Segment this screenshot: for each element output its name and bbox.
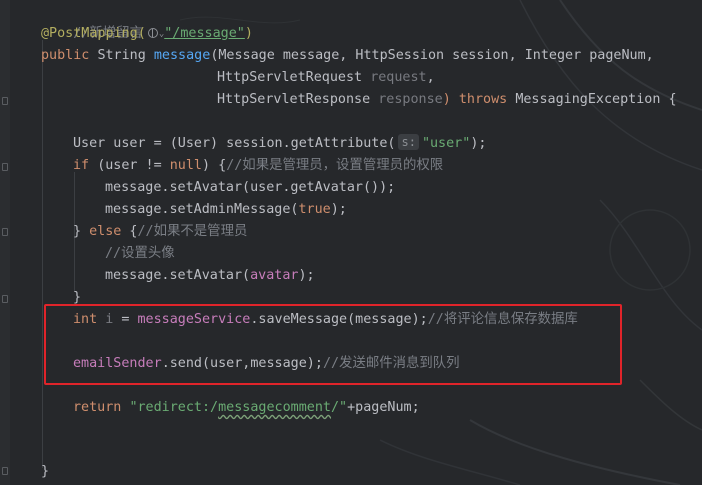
punctuation: ); — [470, 136, 487, 151]
unused-parameter: request — [370, 70, 427, 85]
code-line-9[interactable]: message.setAvatar(user.getAvatar()); — [105, 177, 395, 199]
keyword: public — [41, 48, 98, 63]
assignment: = — [113, 312, 138, 327]
statement: User user = (User) session.getAttribute( — [73, 136, 396, 151]
code-line-22[interactable]: } — [41, 461, 49, 483]
int-keyword: int — [73, 312, 106, 327]
editor-gutter — [0, 0, 10, 485]
field-reference: avatar — [250, 268, 299, 283]
fold-marker-icon[interactable] — [2, 228, 8, 236]
punctuation: ); — [330, 202, 347, 217]
code-line-1[interactable]: //新增留言 — [41, 1, 143, 41]
code-line-11[interactable]: } else {//如果不是管理员 — [73, 221, 247, 243]
code-line-13[interactable]: message.setAvatar(avatar); — [105, 265, 315, 287]
code-line-15[interactable]: int i = messageService.saveMessage(messa… — [73, 309, 578, 331]
method-call: .saveMessage(message); — [250, 312, 428, 327]
type-name: String — [97, 48, 154, 63]
fold-marker-icon[interactable] — [2, 163, 8, 171]
field-reference: emailSender — [73, 356, 162, 371]
type-name: HttpServletRequest — [217, 70, 371, 85]
statement: message.setAvatar( — [105, 268, 251, 283]
code-line-17[interactable]: emailSender.send(user,message);//发送邮件消息到… — [73, 353, 460, 375]
parameter-list: (Message message, HttpSession session, I… — [210, 48, 654, 63]
annotation: @PostMapping( — [41, 26, 146, 41]
string-literal: "user" — [421, 136, 471, 151]
exception-type: MessagingException { — [515, 92, 677, 107]
return-keyword: return — [73, 400, 130, 415]
punctuation: { — [121, 224, 138, 239]
parameter-hint: s: — [398, 134, 419, 150]
typo-flagged-string: messagecomment — [218, 400, 331, 415]
closing-brace: } — [73, 290, 82, 305]
string-literal: "/message" — [164, 26, 245, 41]
code-line-3[interactable]: public String message(Message message, H… — [41, 45, 654, 67]
code-line-7[interactable]: User user = (User) session.getAttribute(… — [73, 133, 486, 155]
code-line-5[interactable]: HttpServletResponse response) throws Mes… — [217, 89, 677, 111]
comment: //如果不是管理员 — [137, 224, 248, 239]
punctuation: ); — [298, 268, 315, 283]
condition: (user != — [97, 158, 170, 173]
method-call: .send(user,message); — [161, 356, 323, 371]
globe-icon[interactable] — [147, 28, 158, 38]
code-editor[interactable]: //新增留言 @PostMapping(⌄"/message") public … — [0, 0, 702, 485]
throws-keyword: ) throws — [442, 92, 516, 107]
comment: //将评论信息保存数据库 — [427, 312, 578, 327]
type-name: HttpServletResponse — [217, 92, 379, 107]
closing-brace: } — [41, 464, 50, 479]
fold-marker-icon[interactable] — [2, 467, 8, 475]
punctuation: , — [426, 70, 435, 85]
fold-marker-icon[interactable] — [2, 295, 8, 303]
code-line-12[interactable]: //设置头像 — [105, 243, 175, 265]
expression: +pageNum; — [347, 400, 420, 415]
code-line-10[interactable]: message.setAdminMessage(true); — [105, 199, 347, 221]
string-literal: /" — [331, 400, 348, 415]
statement: message.setAvatar(user.getAvatar()); — [105, 180, 396, 195]
comment: //如果是管理员，设置管理员的权限 — [226, 158, 444, 173]
null-keyword: null — [169, 158, 202, 173]
else-keyword: else — [89, 224, 122, 239]
code-line-8[interactable]: if (user != null) {//如果是管理员，设置管理员的权限 — [73, 155, 443, 177]
code-line-4[interactable]: HttpServletRequest request, — [217, 67, 435, 89]
code-line-14[interactable]: } — [73, 287, 81, 309]
code-line-19[interactable]: return "redirect:/messagecomment/"+pageN… — [73, 397, 420, 419]
fold-marker-icon[interactable] — [2, 97, 8, 105]
unused-parameter: response — [378, 92, 443, 107]
comment: //发送邮件消息到队列 — [322, 356, 460, 371]
punctuation: } — [73, 224, 90, 239]
code-line-2[interactable]: @PostMapping(⌄"/message") — [41, 23, 253, 45]
punctuation: ) { — [202, 158, 227, 173]
method-name: message — [153, 48, 211, 63]
true-keyword: true — [298, 202, 331, 217]
statement: message.setAdminMessage( — [105, 202, 299, 217]
string-literal: "redirect:/ — [129, 400, 219, 415]
indent-guide — [42, 40, 43, 468]
annotation-close: ) — [244, 26, 253, 41]
field-reference: messageService — [137, 312, 251, 327]
comment: //设置头像 — [105, 246, 175, 261]
keyword: if — [73, 158, 98, 173]
